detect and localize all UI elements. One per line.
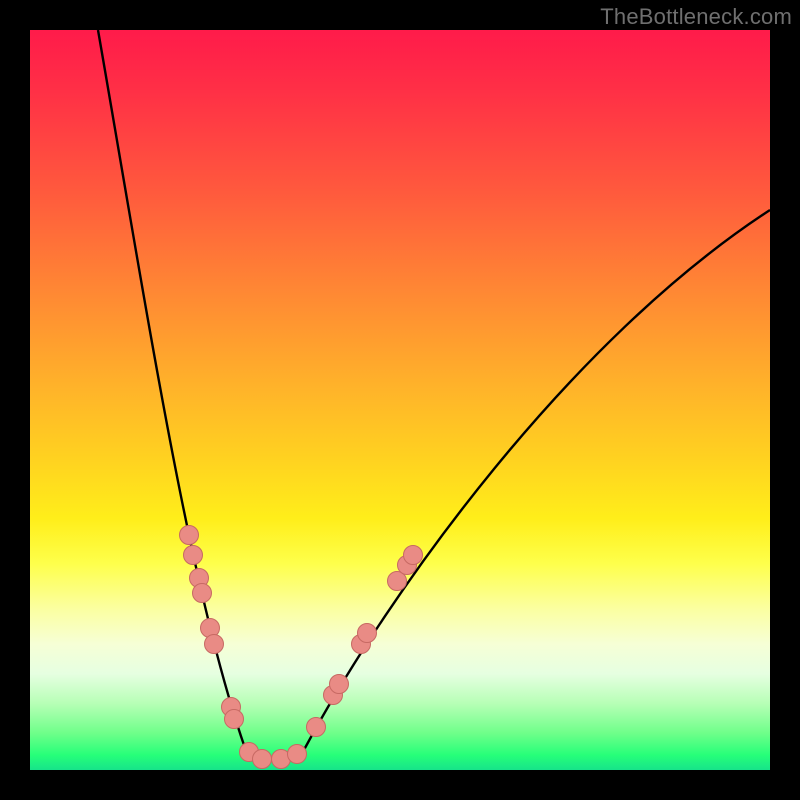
data-marker: [180, 526, 199, 545]
data-marker: [253, 750, 272, 769]
data-marker: [205, 635, 224, 654]
data-marker: [358, 624, 377, 643]
data-marker: [330, 675, 349, 694]
data-marker: [193, 584, 212, 603]
data-marker: [288, 745, 307, 764]
data-marker: [225, 710, 244, 729]
watermark-text: TheBottleneck.com: [600, 4, 792, 30]
data-marker: [184, 546, 203, 565]
marker-group: [180, 526, 423, 769]
chart-svg: [30, 30, 770, 770]
data-marker: [404, 546, 423, 565]
bottleneck-curve: [98, 30, 770, 761]
plot-area: [30, 30, 770, 770]
data-marker: [307, 718, 326, 737]
chart-frame: TheBottleneck.com: [0, 0, 800, 800]
